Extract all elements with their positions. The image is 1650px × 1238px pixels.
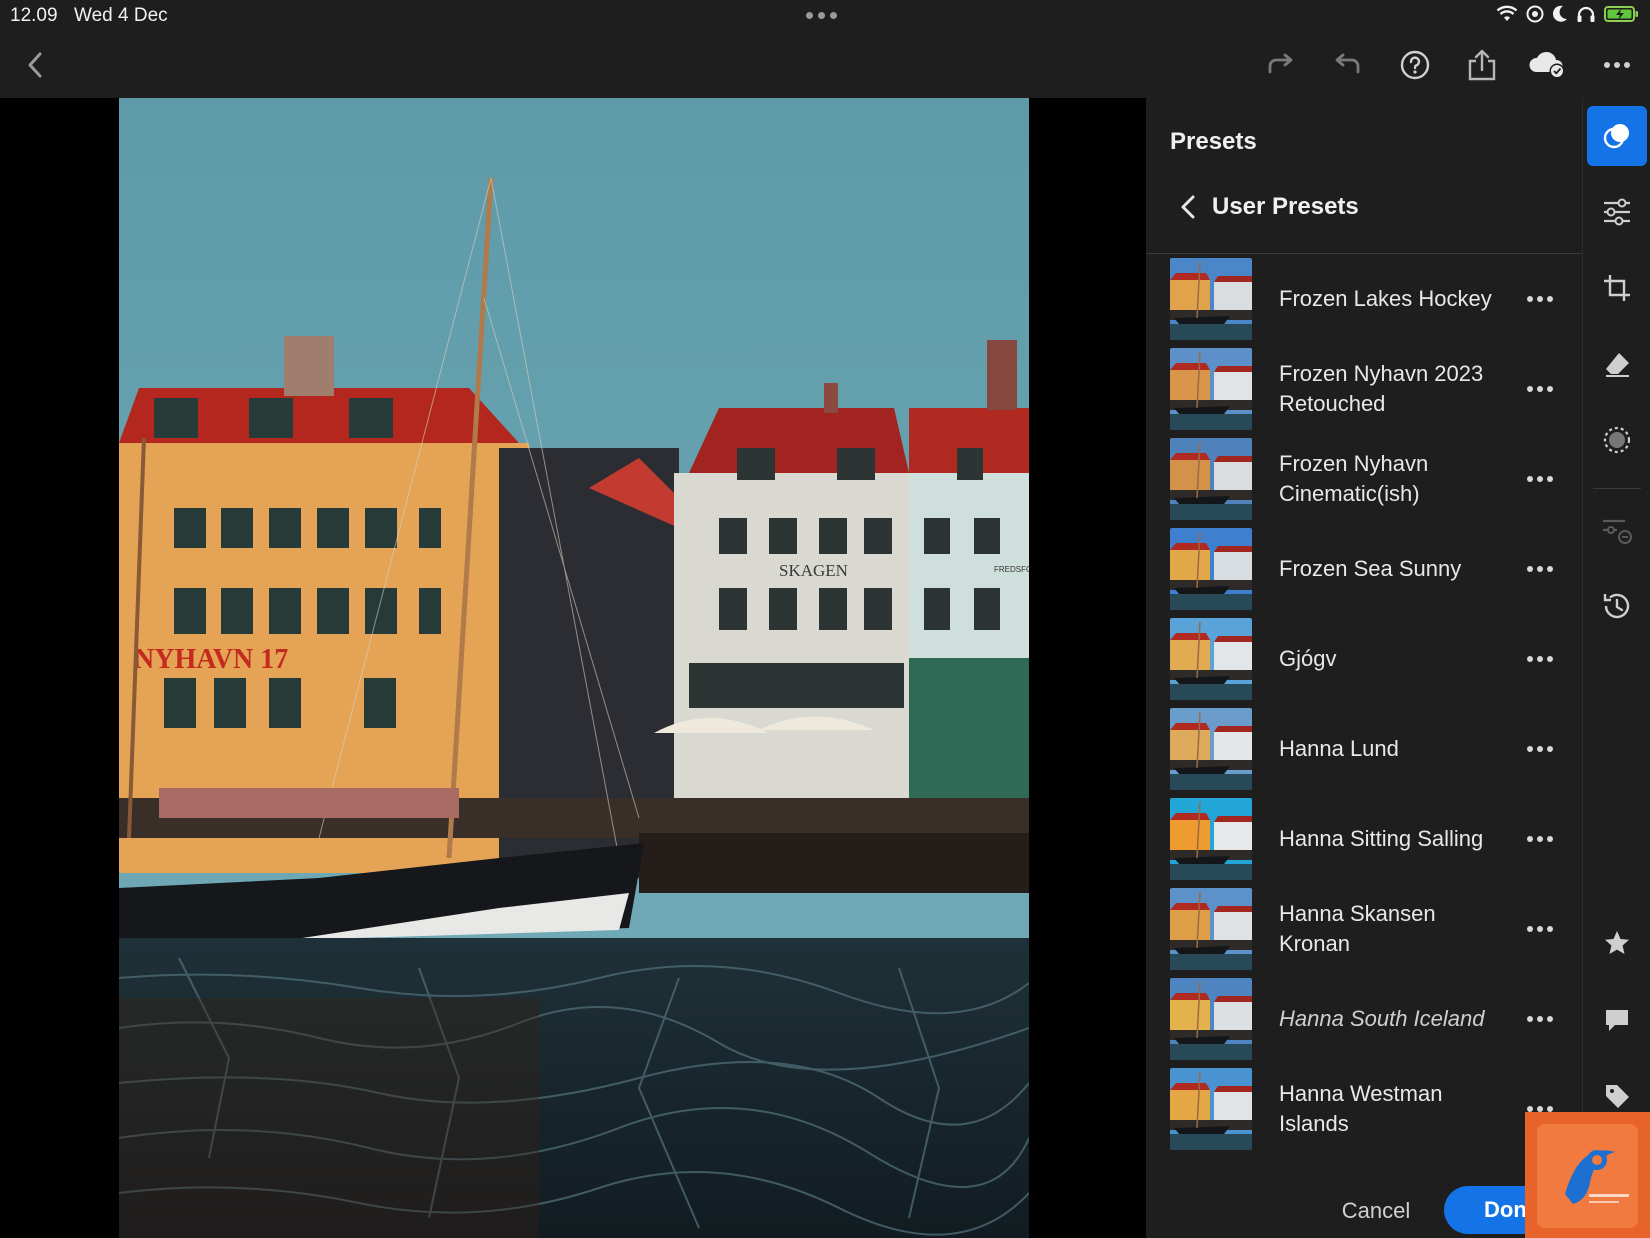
sign-nyhavn: NYHAVN 17 (134, 644, 288, 675)
preset-label: Frozen Sea Sunny (1279, 556, 1462, 581)
preset-list: Frozen Lakes Hockey Frozen Nyhavn 2023 Re… (1146, 254, 1582, 1154)
site-watermark-logo (1525, 1112, 1650, 1238)
status-bar: 12.09 Wed 4 Dec (0, 0, 1650, 32)
sign-skagen: SKAGEN (779, 561, 848, 580)
preset-label: Hanna Skansen Kronan (1279, 901, 1436, 956)
panel-title: Presets (1170, 128, 1257, 155)
preset-thumbnail (1170, 888, 1252, 970)
preset-item[interactable]: Frozen Lakes Hockey (1146, 254, 1582, 344)
preset-label: Hanna Westman Islands (1279, 1081, 1443, 1136)
wifi-icon (1496, 5, 1518, 21)
edit-sliders-icon[interactable] (1587, 182, 1647, 242)
versions-icon[interactable] (1587, 500, 1647, 560)
more-options-icon[interactable] (1522, 914, 1558, 944)
preset-item[interactable]: Frozen Sea Sunny (1146, 524, 1582, 614)
preset-label: Frozen Lakes Hockey (1279, 286, 1492, 311)
preset-item[interactable]: Gjógv (1146, 614, 1582, 704)
preset-thumbnail (1170, 1068, 1252, 1150)
crop-icon[interactable] (1587, 258, 1647, 318)
preset-thumbnail (1170, 978, 1252, 1060)
more-options-icon[interactable] (1522, 734, 1558, 764)
sign-fredsfo: FREDSFO (994, 565, 1029, 574)
preset-thumbnail (1170, 798, 1252, 880)
preset-label: Hanna Lund (1279, 736, 1399, 761)
focus-icon (1526, 5, 1544, 23)
cancel-button[interactable]: Cancel (1326, 1190, 1426, 1232)
preset-label: Hanna South Iceland (1279, 1006, 1485, 1031)
photo-canvas: SKAGEN FREDSFO NYHAVN 17 (0, 98, 1146, 1238)
preset-item[interactable]: Hanna Skansen Kronan (1146, 884, 1582, 974)
back-chevron-icon[interactable] (14, 44, 56, 86)
more-options-icon[interactable] (1522, 374, 1558, 404)
healing-eraser-icon[interactable] (1587, 334, 1647, 394)
status-icons (1496, 5, 1640, 23)
presets-icon[interactable] (1587, 106, 1647, 166)
more-options-icon[interactable] (1522, 644, 1558, 674)
preset-item[interactable]: Frozen Nyhavn Cinematic(ish) (1146, 434, 1582, 524)
rail-divider (1593, 488, 1641, 489)
presets-panel: Presets User Presets Frozen Lakes Hockey… (1146, 98, 1582, 1238)
preset-thumbnail (1170, 528, 1252, 610)
undo-icon[interactable] (1326, 44, 1368, 86)
masking-icon[interactable] (1587, 410, 1647, 470)
more-options-icon[interactable] (1522, 464, 1558, 494)
history-icon[interactable] (1587, 576, 1647, 636)
more-options-icon[interactable] (1522, 824, 1558, 854)
preset-item[interactable]: Frozen Nyhavn 2023 Retouched (1146, 344, 1582, 434)
back-chevron-icon[interactable] (1158, 178, 1218, 236)
preset-item[interactable]: Hanna South Iceland (1146, 974, 1582, 1064)
preset-group-header: User Presets (1146, 178, 1582, 236)
top-toolbar (0, 32, 1650, 98)
redo-icon[interactable] (1260, 44, 1302, 86)
preset-thumbnail (1170, 708, 1252, 790)
preset-thumbnail (1170, 258, 1252, 340)
preset-label: Frozen Nyhavn 2023 Retouched (1279, 361, 1484, 416)
preset-thumbnail (1170, 348, 1252, 430)
help-icon[interactable] (1394, 44, 1436, 86)
cloud-synced-icon[interactable] (1526, 44, 1568, 86)
multitasking-dots-icon[interactable] (806, 12, 837, 19)
more-options-icon[interactable] (1522, 1004, 1558, 1034)
status-date: Wed 4 Dec (74, 5, 168, 26)
photo-preview[interactable]: SKAGEN FREDSFO NYHAVN 17 (119, 98, 1029, 1238)
preset-label: Gjógv (1279, 646, 1337, 671)
headphones-icon (1577, 6, 1595, 22)
battery-charging-icon (1604, 6, 1638, 22)
more-options-icon[interactable] (1522, 554, 1558, 584)
preset-label: Frozen Nyhavn Cinematic(ish) (1279, 451, 1429, 506)
preset-thumbnail (1170, 438, 1252, 520)
more-options-icon[interactable] (1522, 284, 1558, 314)
preset-label: Hanna Sitting Salling (1279, 826, 1484, 851)
rating-star-icon[interactable] (1587, 913, 1647, 973)
more-icon[interactable] (1596, 44, 1638, 86)
status-time: 12.09 (10, 5, 58, 26)
preset-item[interactable]: Hanna Sitting Salling (1146, 794, 1582, 884)
preset-thumbnail (1170, 618, 1252, 700)
panel-footer: Cancel Done (1146, 1180, 1582, 1238)
moon-icon (1552, 5, 1567, 22)
share-icon[interactable] (1461, 44, 1503, 86)
comment-icon[interactable] (1587, 990, 1647, 1050)
lightroom-window: 12.09 Wed 4 Dec SKAGEN FREDSFO NYHAVN 17… (0, 0, 1650, 1238)
preset-item[interactable]: Hanna Westman Islands (1146, 1064, 1582, 1154)
tool-rail (1582, 98, 1650, 1238)
preset-item[interactable]: Hanna Lund (1146, 704, 1582, 794)
preset-group-title: User Presets (1212, 193, 1359, 220)
